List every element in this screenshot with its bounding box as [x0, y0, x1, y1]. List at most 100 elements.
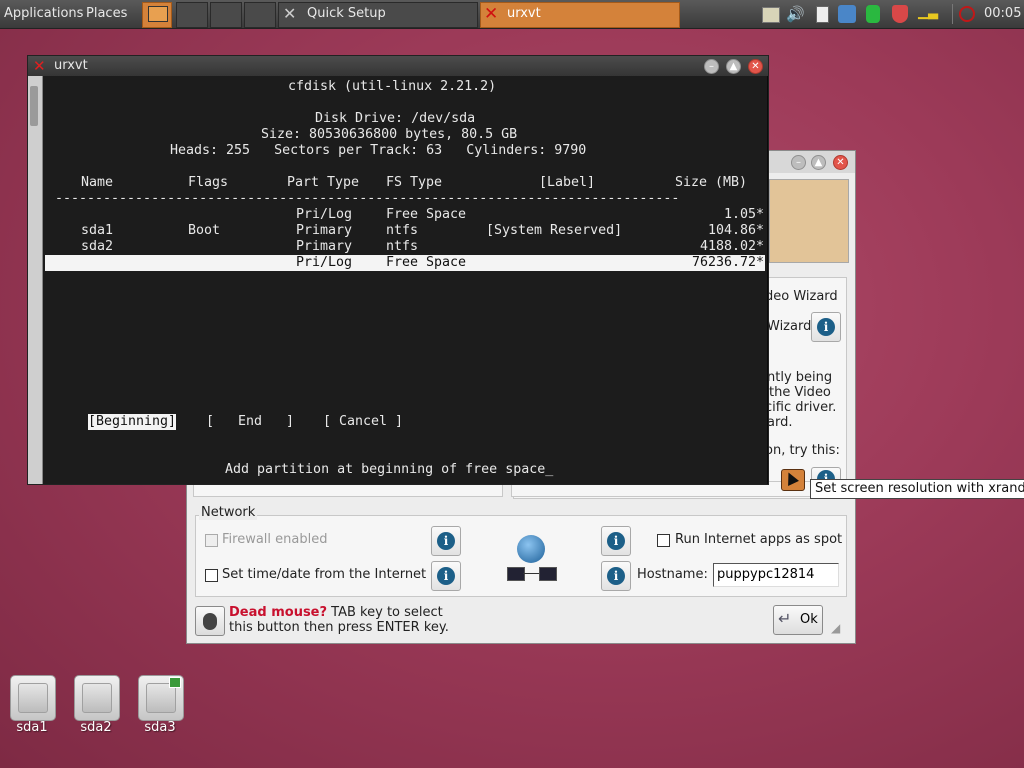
table-row-selected[interactable]: Pri/Log Free Space 76236.72*: [45, 255, 765, 271]
dead-mouse-bold: Dead mouse?: [229, 605, 328, 620]
row-label: [System Reserved]: [486, 223, 623, 238]
desc-line-1: ntly being: [767, 370, 833, 385]
row-size: 76236.72*: [691, 255, 764, 270]
enter-arrow-icon: ↵: [778, 609, 792, 628]
hostname-value: puppypc12814: [717, 567, 815, 582]
set-time-info-button[interactable]: i: [431, 561, 461, 591]
info-icon: i: [437, 532, 455, 550]
workspace-4-button[interactable]: [244, 2, 276, 28]
urxvt-window: ✕ urxvt – ▲ ✕ cfdisk (util-linux 2.21.2)…: [27, 55, 769, 485]
header-separator: ----------------------------------------…: [55, 191, 680, 206]
urxvt-title: urxvt: [54, 58, 88, 73]
row-fs-type: ntfs: [386, 223, 419, 238]
firewall-checkbox[interactable]: [205, 534, 218, 547]
col-flags: Flags: [188, 175, 229, 190]
banner-image: [769, 179, 849, 263]
end-button[interactable]: [ End ]: [206, 414, 294, 430]
drive-icon[interactable]: [866, 5, 880, 23]
set-time-checkbox[interactable]: [205, 569, 218, 582]
disk-size-line: Size: 80530636800 bytes, 80.5 GB: [261, 127, 518, 142]
dead-mouse-text: TAB key to select: [327, 605, 443, 620]
mounted-badge-icon: [169, 677, 181, 688]
row-name: sda1: [81, 223, 114, 238]
row-fs-type: ntfs: [386, 239, 419, 254]
power-icon[interactable]: [959, 6, 975, 22]
scrollbar-thumb[interactable]: [30, 86, 38, 126]
wizard-info-button[interactable]: i: [811, 312, 841, 342]
network-globe-icon: [505, 533, 557, 585]
close-button[interactable]: ✕: [833, 155, 848, 170]
desktop-icon-sda2[interactable]: [74, 675, 120, 721]
resize-grip-icon[interactable]: ◢: [831, 621, 847, 637]
col-name: Name: [81, 175, 114, 190]
hostname-label: Hostname:: [637, 567, 708, 582]
desktop-icon-label: sda2: [80, 720, 112, 735]
desktop-icon-label: sda3: [144, 720, 176, 735]
maximize-button[interactable]: ▲: [811, 155, 826, 170]
workspace-1-button[interactable]: [142, 2, 172, 28]
dead-mouse-button[interactable]: [195, 606, 225, 636]
disk-geometry-line: Heads: 255 Sectors per Track: 63 Cylinde…: [170, 143, 587, 158]
row-part-type: Primary: [296, 239, 353, 254]
task-quick-setup[interactable]: ✕ Quick Setup: [278, 2, 478, 28]
ok-label: Ok: [800, 612, 818, 627]
info-icon: i: [437, 567, 455, 585]
drive-icon: [18, 683, 48, 713]
row-size: 1.05*: [723, 207, 764, 222]
applications-menu[interactable]: Applications: [4, 0, 83, 28]
row-name: sda2: [81, 239, 114, 254]
urxvt-titlebar[interactable]: ✕ urxvt – ▲ ✕: [28, 56, 768, 76]
row-part-type: Pri/Log: [296, 207, 353, 222]
desc-line-3: cific driver.: [765, 400, 837, 415]
hostname-input[interactable]: puppypc12814: [713, 563, 839, 587]
notes-icon[interactable]: [762, 7, 780, 23]
places-menu[interactable]: Places: [86, 0, 127, 28]
desktop-thumbnail-icon: [148, 6, 168, 22]
firewall-info-button[interactable]: i: [431, 526, 461, 556]
info-icon: i: [607, 532, 625, 550]
cpu-meter-icon: ▁▃: [918, 5, 938, 20]
terminal-screen[interactable]: cfdisk (util-linux 2.21.2) Disk Drive: /…: [43, 76, 767, 484]
mouse-icon: [203, 613, 217, 630]
status-prompt: Add partition at beginning of free space…: [225, 462, 554, 477]
taskbar: Applications Places ✕ Quick Setup ✕ urxv…: [0, 0, 1024, 29]
set-time-label: Set time/date from the Internet: [222, 567, 427, 582]
xrandr-tooltip: Set screen resolution with xrandr: [810, 479, 1024, 499]
row-fs-type: Free Space: [386, 207, 467, 222]
info-icon: i: [817, 318, 835, 336]
cancel-button[interactable]: [ Cancel ]: [323, 414, 403, 430]
maximize-button[interactable]: ▲: [726, 59, 741, 74]
network-info-button-1[interactable]: i: [601, 526, 631, 556]
run-internet-spot-checkbox[interactable]: [657, 534, 670, 547]
clipboard-icon[interactable]: [816, 6, 829, 23]
row-size: 4188.02*: [699, 239, 764, 254]
terminal-scrollbar[interactable]: [28, 76, 43, 484]
workspace-3-button[interactable]: [210, 2, 242, 28]
firewall-icon[interactable]: [892, 5, 908, 23]
close-button[interactable]: ✕: [748, 59, 763, 74]
minimize-button[interactable]: –: [704, 59, 719, 74]
minimize-button[interactable]: –: [791, 155, 806, 170]
row-part-type: Primary: [296, 223, 353, 238]
row-part-type: Pri/Log: [296, 255, 353, 270]
ok-button[interactable]: ↵ Ok: [773, 605, 823, 635]
row-fs-type: Free Space: [386, 255, 467, 270]
col-label: [Label]: [539, 175, 596, 190]
urxvt-x-icon: ✕: [484, 4, 499, 24]
task-urxvt[interactable]: ✕ urxvt: [480, 2, 680, 28]
drive-icon: [82, 683, 112, 713]
program-title: cfdisk (util-linux 2.21.2): [288, 79, 497, 94]
volume-icon[interactable]: 🔊: [786, 5, 805, 23]
desktop-icon-sda1[interactable]: [10, 675, 56, 721]
network-info-button-2[interactable]: i: [601, 561, 631, 591]
task-label: Quick Setup: [307, 6, 386, 21]
network-icon[interactable]: [838, 5, 856, 23]
clock[interactable]: 00:05: [984, 0, 1021, 28]
beginning-button[interactable]: [Beginning]: [88, 414, 177, 430]
tray-divider: [952, 4, 953, 24]
info-icon: i: [607, 567, 625, 585]
task-label: urxvt: [507, 6, 541, 21]
workspace-2-button[interactable]: [176, 2, 208, 28]
desktop-icon-sda3[interactable]: [138, 675, 184, 721]
network-title: Network: [199, 505, 258, 520]
